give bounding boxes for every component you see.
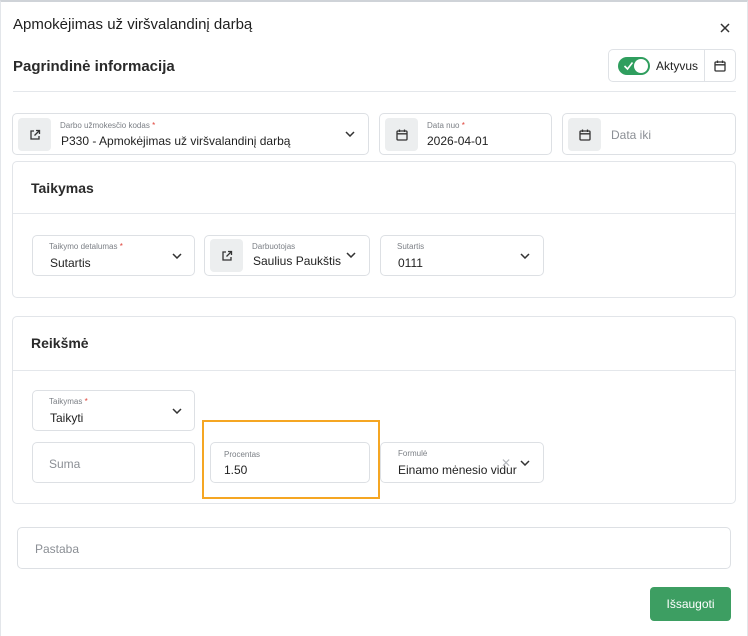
pay-code-label: Darbo užmokesčio kodas * [60,121,155,130]
chevron-down-icon [171,250,183,262]
note-field[interactable]: Pastaba [17,527,731,569]
chevron-down-icon [519,457,531,469]
employee-label: Darbuotojas [252,242,296,251]
application-card: Taikymas Taikymo detalumas * Sutartis Da… [12,161,736,298]
chevron-down-icon [345,249,357,261]
open-link-button[interactable] [18,118,51,151]
note-placeholder: Pastaba [35,542,80,556]
save-button[interactable]: Išsaugoti [650,587,731,621]
date-from-label-text: Data nuo [427,121,460,130]
application-detail-value: Sutartis [50,256,91,270]
date-to-picker-button[interactable] [568,118,601,151]
value-card-title: Reikšmė [31,335,89,351]
card-divider [13,370,735,371]
amount-placeholder: Suma [49,457,81,471]
apply-select[interactable]: Taikymas * Taikyti [32,390,195,431]
required-mark: * [84,397,88,406]
chevron-down-icon [171,405,183,417]
status-controls: Aktyvus [608,49,736,82]
amount-field[interactable]: Suma [32,442,195,483]
date-to-field[interactable]: Data iki [562,113,736,155]
calendar-button[interactable] [705,50,735,81]
external-link-icon [29,129,40,140]
contract-value: 0111 [398,256,423,270]
highlight-box [202,420,380,499]
employee-select[interactable]: Darbuotojas Saulius Paukštis [204,235,370,276]
contract-label: Sutartis [397,242,425,251]
date-from-label: Data nuo * [427,121,465,130]
calendar-icon [714,60,726,72]
chevron-down-icon [519,250,531,262]
toggle-knob [634,58,648,73]
close-icon [720,23,730,33]
active-toggle-label: Aktyvus [656,58,699,73]
application-detail-label-text: Taikymo detalumas [49,242,118,251]
overtime-pay-dialog: Apmokėjimas už viršvalandinį darbą Pagri… [0,0,748,636]
date-from-value: 2026-04-01 [427,134,489,148]
close-button[interactable] [717,20,733,36]
date-from-picker-button[interactable] [385,118,418,151]
pay-code-value: P330 - Apmokėjimas už viršvalandinį darb… [61,134,291,148]
active-toggle[interactable]: Aktyvus [609,50,706,81]
open-employee-button[interactable] [210,239,243,272]
calendar-icon [395,129,408,141]
pay-code-select[interactable]: Darbo užmokesčio kodas * P330 - Apmokėji… [12,113,369,155]
application-detail-label: Taikymo detalumas * [49,242,123,251]
date-from-field[interactable]: Data nuo * 2026-04-01 [379,113,552,155]
required-mark: * [461,121,465,130]
pay-code-label-text: Darbo užmokesčio kodas [60,121,150,130]
external-link-icon [221,250,232,261]
apply-label: Taikymas * [49,397,88,406]
apply-value: Taikyti [50,411,84,425]
required-mark: * [119,242,123,251]
required-mark: * [152,121,156,130]
employee-value: Saulius Paukštis [253,254,341,268]
chevron-down-icon [344,128,356,140]
card-divider [13,213,735,214]
application-detail-select[interactable]: Taikymo detalumas * Sutartis [32,235,195,276]
calendar-icon [578,129,591,141]
check-icon [623,61,634,70]
formula-label: Formulė [398,449,428,458]
apply-label-text: Taikymas [49,397,83,406]
section-title: Pagrindinė informacija [13,58,175,75]
divider [13,91,736,92]
toggle-switch[interactable] [618,56,650,75]
dialog-title: Apmokėjimas už viršvalandinį darbą [13,16,253,33]
formula-select[interactable]: Formulė Einamo mėnesio vidur ✕ [380,442,544,483]
date-to-placeholder: Data iki [611,128,652,142]
application-card-title: Taikymas [31,180,94,196]
clear-icon[interactable]: ✕ [501,456,511,470]
contract-select[interactable]: Sutartis 0111 [380,235,544,276]
